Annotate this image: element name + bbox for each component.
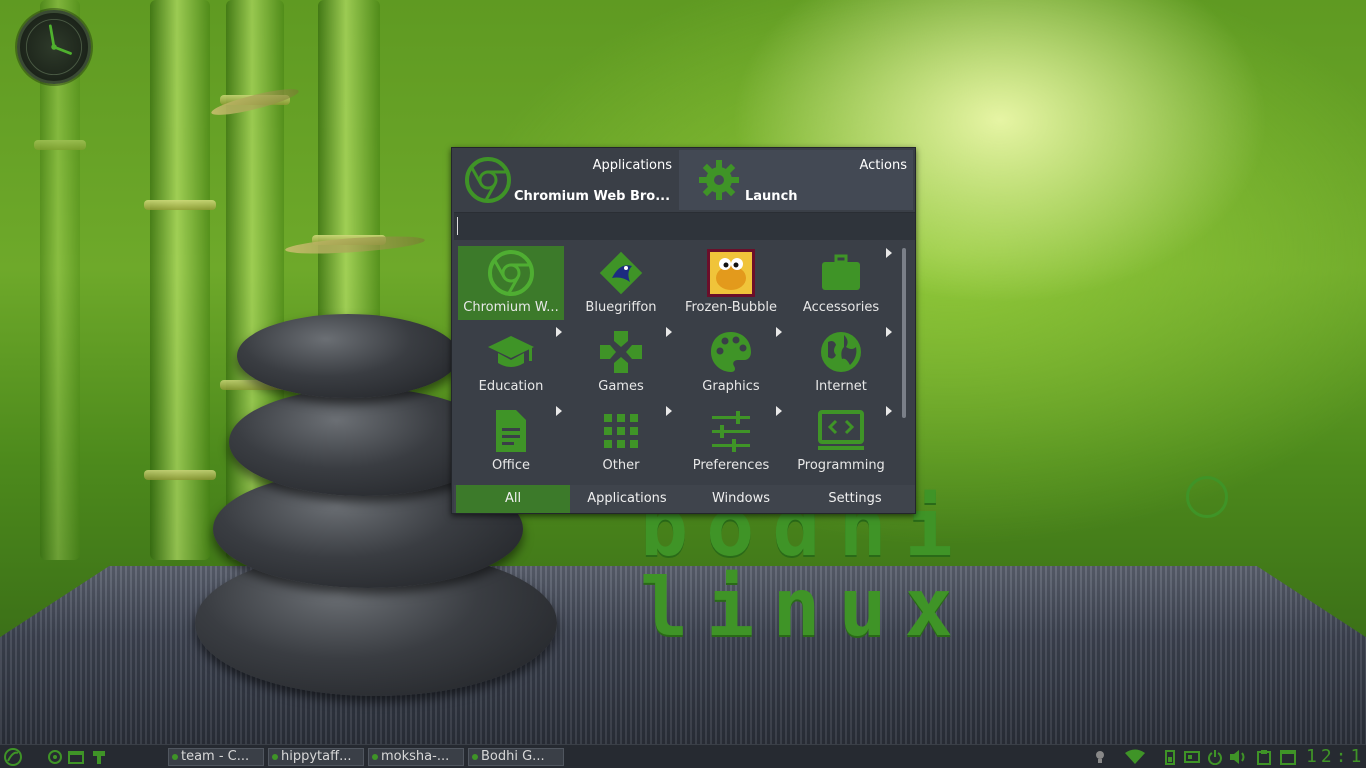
app-grid: Chromium W... Bluegriffon Frozen-Bubble … xyxy=(456,246,896,478)
chromium-icon xyxy=(464,156,512,204)
wifi-icon[interactable] xyxy=(1124,749,1146,765)
document-icon xyxy=(486,406,536,456)
volume-icon[interactable] xyxy=(1229,749,1249,765)
tab-settings[interactable]: Settings xyxy=(798,485,912,513)
category-accessories[interactable]: Accessories xyxy=(788,246,894,320)
actions-header-label: Actions xyxy=(859,158,908,173)
selected-app-panel[interactable]: Applications Chromium Web Bro... xyxy=(454,150,678,210)
tab-applications[interactable]: Applications xyxy=(570,485,684,513)
submenu-arrow-icon xyxy=(556,406,562,416)
submenu-arrow-icon xyxy=(666,327,672,337)
task-label: team - C... xyxy=(181,749,250,764)
text-caret xyxy=(457,217,458,235)
app-tile-frozen-bubble[interactable]: Frozen-Bubble xyxy=(678,246,784,320)
launch-action[interactable]: Launch xyxy=(745,189,798,204)
globe-icon xyxy=(816,327,866,377)
browser-launcher-icon[interactable] xyxy=(47,749,63,765)
briefcase-icon xyxy=(816,248,866,298)
taskbar-clock[interactable]: 12:18 xyxy=(1306,746,1366,767)
app-tile-bluegriffon[interactable]: Bluegriffon xyxy=(568,246,674,320)
submenu-arrow-icon xyxy=(776,327,782,337)
app-tile-label: Frozen-Bubble xyxy=(684,300,778,315)
taskbar-task[interactable]: hippytaff... xyxy=(268,748,364,766)
menu-header: Applications Chromium Web Bro... Actions… xyxy=(452,148,915,212)
task-label: moksha-... xyxy=(381,749,450,764)
actions-panel[interactable]: Actions Launch xyxy=(679,150,913,210)
power-icon[interactable] xyxy=(1207,749,1223,766)
file-manager-icon[interactable] xyxy=(68,749,84,765)
graduation-cap-icon xyxy=(486,327,536,377)
task-status-icon xyxy=(172,754,178,760)
task-status-icon xyxy=(272,754,278,760)
bluegriffon-icon xyxy=(596,248,646,298)
app-tile-chromium[interactable]: Chromium W... xyxy=(458,246,564,320)
submenu-arrow-icon xyxy=(556,327,562,337)
app-tile-label: Bluegriffon xyxy=(585,300,657,315)
submenu-arrow-icon xyxy=(886,248,892,258)
submenu-arrow-icon xyxy=(886,406,892,416)
application-launcher-menu: Applications Chromium Web Bro... Actions… xyxy=(451,147,916,514)
gamepad-icon xyxy=(596,327,646,377)
frozen-bubble-icon xyxy=(706,248,756,298)
palette-icon xyxy=(706,327,756,377)
taskbar-task[interactable]: Bodhi G... xyxy=(468,748,564,766)
app-tile-label: Chromium W... xyxy=(463,300,559,315)
sliders-icon xyxy=(706,406,756,456)
app-tile-label: Education xyxy=(478,379,544,394)
task-label: Bodhi G... xyxy=(481,749,545,764)
applications-header-label: Applications xyxy=(592,158,672,173)
task-status-icon xyxy=(472,754,478,760)
category-graphics[interactable]: Graphics xyxy=(678,325,784,399)
taskbar: team - C... hippytaff... moksha-... Bodh… xyxy=(0,744,1366,768)
app-tile-label: Office xyxy=(492,458,530,473)
category-preferences[interactable]: Preferences xyxy=(678,404,784,478)
app-tile-label: Other xyxy=(602,458,640,473)
app-tile-label: Games xyxy=(598,379,644,394)
start-menu-icon[interactable] xyxy=(3,747,23,767)
submenu-arrow-icon xyxy=(886,327,892,337)
display-icon[interactable] xyxy=(1184,749,1200,765)
selected-app-title: Chromium Web Bro... xyxy=(514,189,671,204)
clock-face-icon xyxy=(25,18,83,76)
clipboard-icon[interactable] xyxy=(1256,749,1272,765)
gear-icon xyxy=(697,158,741,202)
category-programming[interactable]: Programming xyxy=(788,404,894,478)
taskbar-task[interactable]: team - C... xyxy=(168,748,264,766)
submenu-arrow-icon xyxy=(666,406,672,416)
menu-scrollbar[interactable] xyxy=(902,248,906,418)
category-games[interactable]: Games xyxy=(568,325,674,399)
submenu-arrow-icon xyxy=(776,406,782,416)
tab-all[interactable]: All xyxy=(456,485,570,513)
search-input[interactable] xyxy=(454,212,915,240)
code-monitor-icon xyxy=(816,406,866,456)
taskbar-task[interactable]: moksha-... xyxy=(368,748,464,766)
app-tile-label: Internet xyxy=(815,379,867,394)
category-other[interactable]: Other xyxy=(568,404,674,478)
app-tile-label: Programming xyxy=(797,458,885,473)
task-label: hippytaff... xyxy=(281,749,352,764)
clock-gadget[interactable] xyxy=(17,10,91,84)
chromium-icon xyxy=(486,248,536,298)
calendar-icon[interactable] xyxy=(1280,749,1296,765)
category-office[interactable]: Office xyxy=(458,404,564,478)
app-tile-label: Preferences xyxy=(692,458,770,473)
apps-grid-icon xyxy=(596,406,646,456)
lightbulb-icon[interactable] xyxy=(1092,749,1108,765)
task-status-icon xyxy=(372,754,378,760)
battery-icon[interactable] xyxy=(1162,749,1178,765)
menu-tabs: All Applications Windows Settings xyxy=(454,485,915,513)
app-tile-label: Accessories xyxy=(802,300,880,315)
category-education[interactable]: Education xyxy=(458,325,564,399)
stone xyxy=(237,314,459,398)
terminal-icon[interactable] xyxy=(91,749,107,765)
tab-windows[interactable]: Windows xyxy=(684,485,798,513)
bodhi-leaf-icon xyxy=(1186,476,1228,518)
category-internet[interactable]: Internet xyxy=(788,325,894,399)
app-tile-label: Graphics xyxy=(702,379,760,394)
